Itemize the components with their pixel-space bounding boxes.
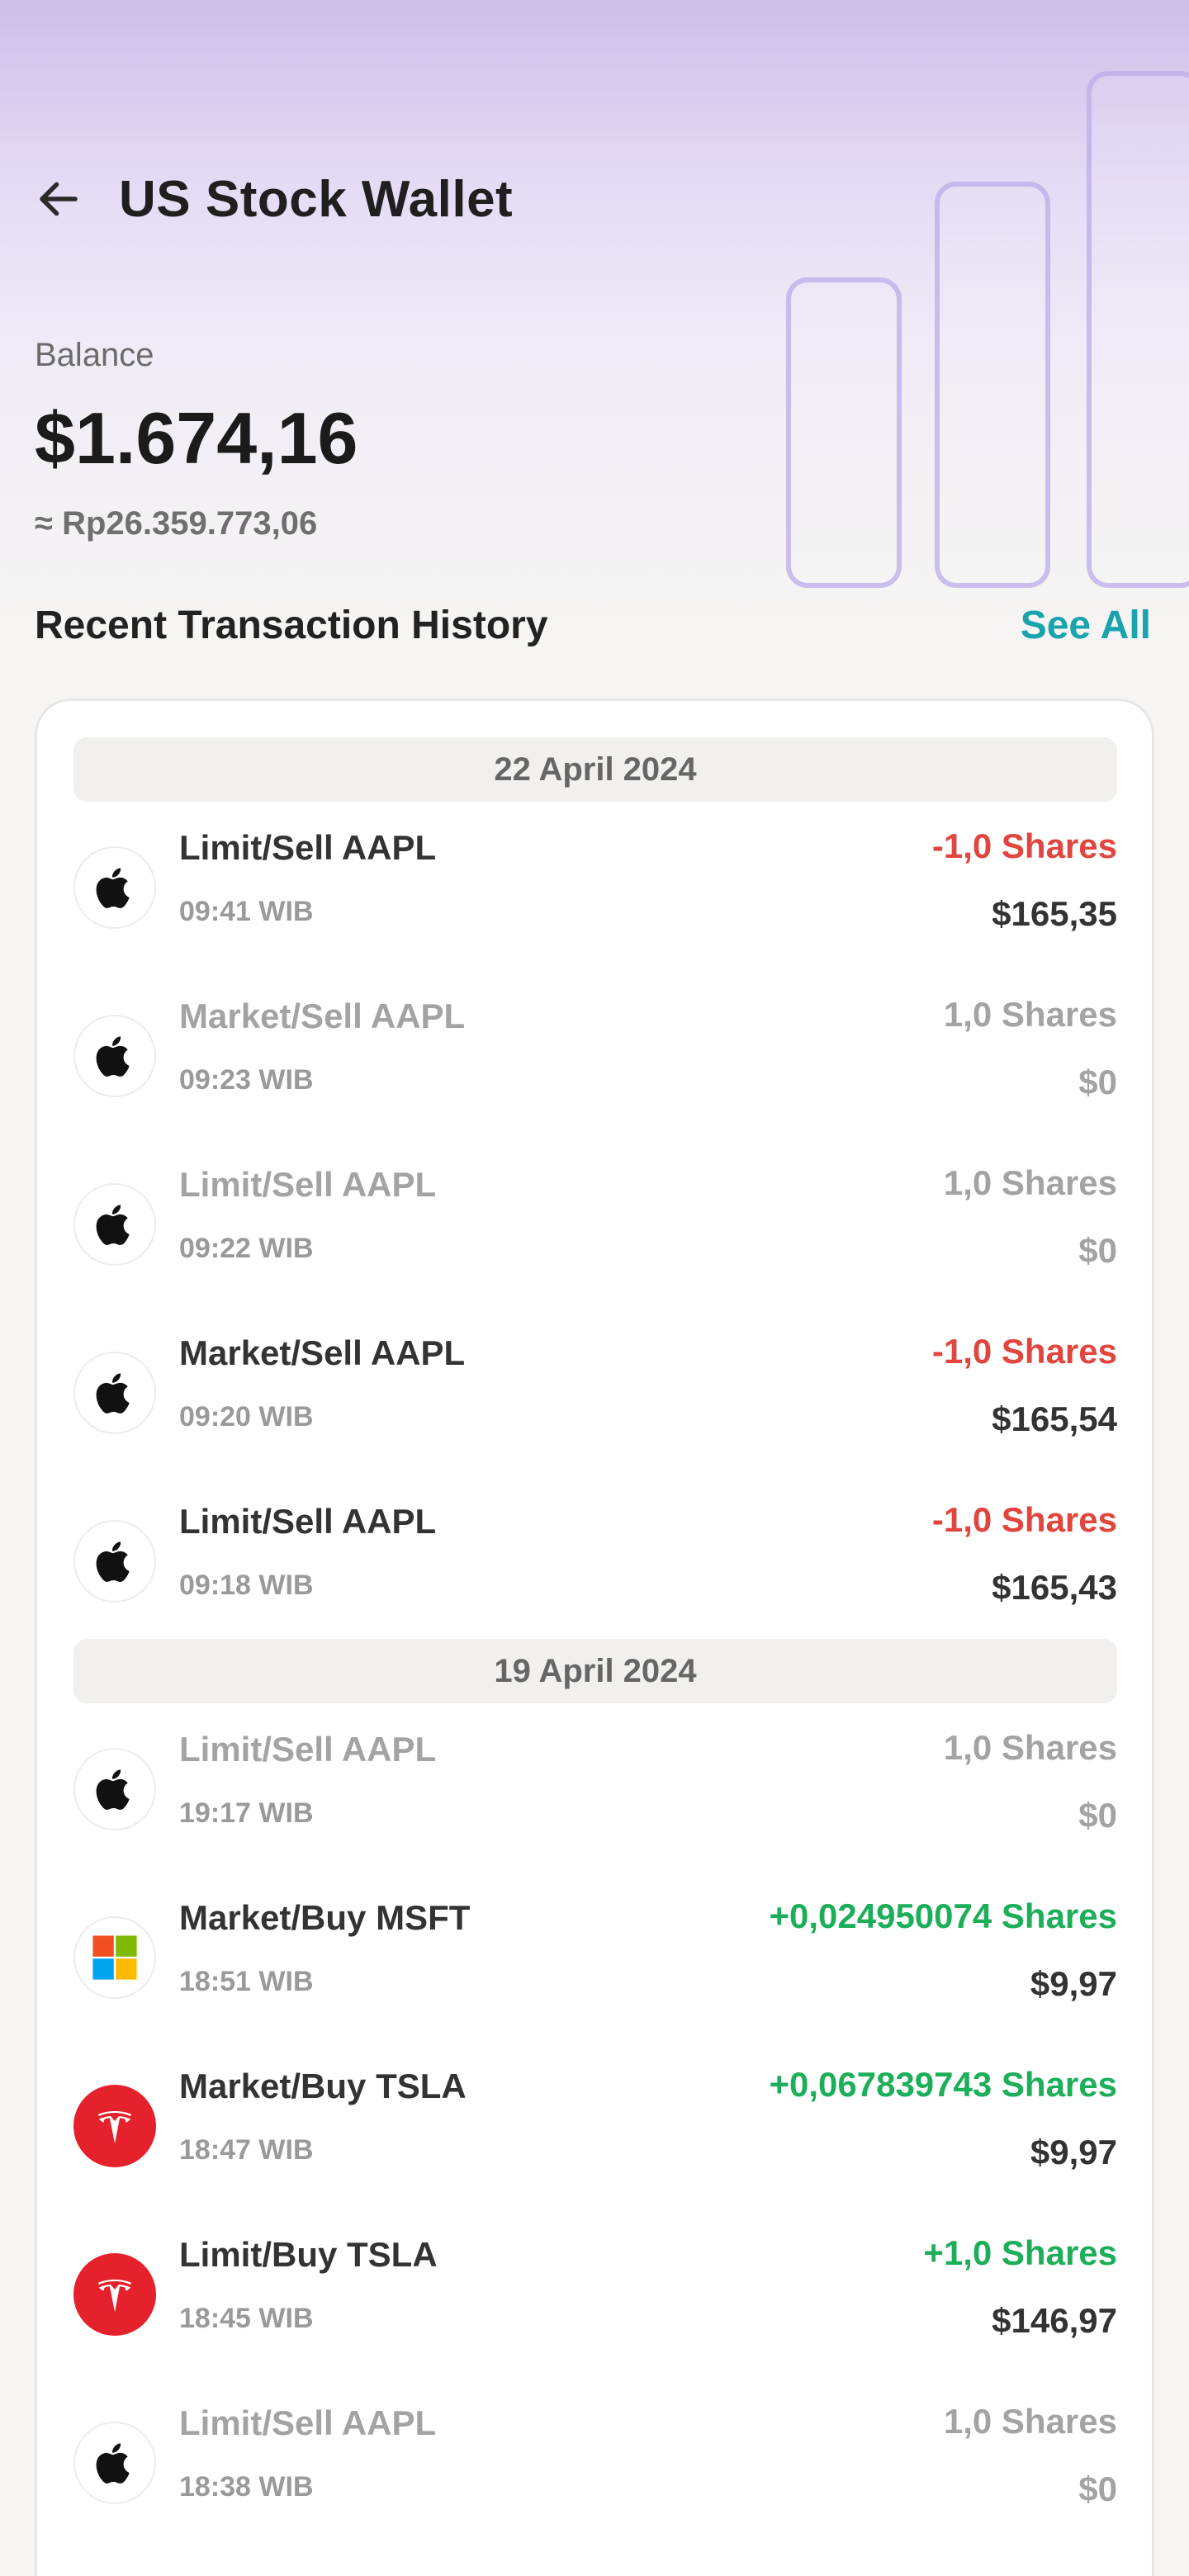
transaction-amount: $165,54 bbox=[992, 1399, 1117, 1438]
microsoft-icon bbox=[73, 1916, 156, 1999]
transaction-name: Market/Sell AAPL bbox=[179, 1333, 466, 1372]
page-title: US Stock Wallet bbox=[119, 171, 514, 228]
transaction-history-card: 22 April 2024 Limit/Sell AAPL 09:41 WIB -1… bbox=[35, 698, 1154, 2576]
transaction-row[interactable]: Market/Sell AAPL 09:23 WIB 1,0 Shares $0 bbox=[73, 988, 1117, 1157]
apple-icon bbox=[73, 2422, 156, 2504]
transaction-row[interactable]: Limit/Sell AAPL 19:17 WIB 1,0 Shares $0 bbox=[73, 1721, 1117, 1890]
transaction-row[interactable]: Market/Buy MSFT 18:51 WIB +0,024950074 Sha… bbox=[73, 1890, 1117, 2058]
apple-icon bbox=[73, 846, 156, 929]
transaction-shares: 1,0 Shares bbox=[943, 2402, 1117, 2441]
apple-icon bbox=[73, 1015, 156, 1097]
transaction-name: Limit/Sell AAPL bbox=[179, 2403, 437, 2442]
date-header: 19 April 2024 bbox=[73, 1639, 1117, 1703]
transaction-amount: $0 bbox=[1078, 2469, 1117, 2508]
transaction-row[interactable]: Market/Sell AAPL 09:20 WIB -1,0 Shares $165… bbox=[73, 1325, 1117, 1494]
apple-icon bbox=[73, 1748, 156, 1830]
transaction-name: Limit/Sell AAPL bbox=[179, 1502, 437, 1541]
section-title: Recent Transaction History bbox=[35, 604, 548, 647]
transaction-time: 09:22 WIB bbox=[179, 1233, 314, 1264]
transaction-time: 09:20 WIB bbox=[179, 1401, 314, 1432]
transaction-amount: $165,35 bbox=[992, 894, 1117, 933]
transaction-amount: $9,97 bbox=[1030, 2133, 1117, 2171]
transaction-row[interactable]: Limit/Sell AAPL 09:18 WIB -1,0 Shares $165,… bbox=[73, 1494, 1117, 1662]
transaction-amount: $9,97 bbox=[1030, 1964, 1117, 2003]
transaction-time: 18:38 WIB bbox=[179, 2471, 314, 2503]
transaction-row[interactable]: Limit/Buy TSLA 18:45 WIB +1,0 Shares $146,9… bbox=[73, 2227, 1117, 2395]
transaction-time: 09:18 WIB bbox=[179, 1570, 314, 1601]
see-all-link[interactable]: See All bbox=[1021, 603, 1151, 648]
transaction-time: 09:23 WIB bbox=[179, 1064, 314, 1096]
transaction-amount: $0 bbox=[1078, 1231, 1117, 1270]
transaction-shares: 1,0 Shares bbox=[943, 1163, 1117, 1202]
transaction-shares: +0,024950074 Shares bbox=[769, 1896, 1117, 1935]
balance-value: $1.674,16 bbox=[35, 397, 358, 479]
transaction-time: 09:41 WIB bbox=[179, 896, 314, 927]
transaction-time: 18:47 WIB bbox=[179, 2134, 314, 2166]
transaction-shares: -1,0 Shares bbox=[931, 1500, 1117, 1539]
transaction-name: Limit/Sell AAPL bbox=[179, 1165, 437, 1204]
decorative-bar-chart-icon bbox=[935, 182, 1050, 588]
transaction-shares: -1,0 Shares bbox=[931, 826, 1117, 865]
transaction-amount: $146,97 bbox=[992, 2301, 1117, 2340]
tesla-icon bbox=[73, 2253, 156, 2336]
transaction-amount: $165,43 bbox=[992, 1568, 1117, 1607]
transaction-name: Market/Sell AAPL bbox=[179, 997, 466, 1035]
transaction-shares: +1,0 Shares bbox=[923, 2233, 1117, 2272]
transaction-row[interactable]: Limit/Sell AAPL 09:22 WIB 1,0 Shares $0 bbox=[73, 1157, 1117, 1325]
apple-icon bbox=[73, 1183, 156, 1266]
transaction-row[interactable]: Limit/Sell AAPL 18:38 WIB 1,0 Shares $0 bbox=[73, 2395, 1117, 2564]
transaction-name: Limit/Sell AAPL bbox=[179, 828, 437, 867]
back-button[interactable] bbox=[31, 172, 86, 226]
transaction-shares: 1,0 Shares bbox=[943, 995, 1117, 1034]
transaction-shares: 1,0 Shares bbox=[943, 1728, 1117, 1767]
transaction-shares: +0,067839743 Shares bbox=[769, 2065, 1117, 2104]
balance-idr-equivalent: ≈ Rp26.359.773,06 bbox=[35, 505, 318, 542]
apple-icon bbox=[73, 1352, 156, 1434]
transaction-name: Market/Buy TSLA bbox=[179, 2067, 467, 2105]
transaction-time: 18:45 WIB bbox=[179, 2303, 314, 2334]
transaction-time: 19:17 WIB bbox=[179, 1797, 314, 1829]
transaction-row[interactable]: Market/Buy TSLA 18:47 WIB +0,067839743 Sha… bbox=[73, 2058, 1117, 2227]
transaction-name: Market/Buy MSFT bbox=[179, 1898, 471, 1937]
transaction-time: 18:51 WIB bbox=[179, 1966, 314, 1997]
transaction-amount: $0 bbox=[1078, 1796, 1117, 1835]
transaction-name: Limit/Buy TSLA bbox=[179, 2235, 438, 2274]
transaction-amount: $0 bbox=[1078, 1063, 1117, 1101]
balance-label: Balance bbox=[35, 337, 154, 373]
arrow-left-icon bbox=[40, 182, 78, 216]
transaction-name: Limit/Sell AAPL bbox=[179, 1730, 437, 1769]
tesla-icon bbox=[73, 2085, 156, 2167]
transaction-row[interactable]: Limit/Sell AAPL 09:41 WIB -1,0 Shares $165,… bbox=[73, 820, 1117, 988]
date-header: 22 April 2024 bbox=[73, 737, 1117, 802]
decorative-bar-chart-icon bbox=[1087, 71, 1189, 588]
transaction-shares: -1,0 Shares bbox=[931, 1332, 1117, 1371]
apple-icon bbox=[73, 1520, 156, 1603]
decorative-bar-chart-icon bbox=[786, 277, 902, 588]
